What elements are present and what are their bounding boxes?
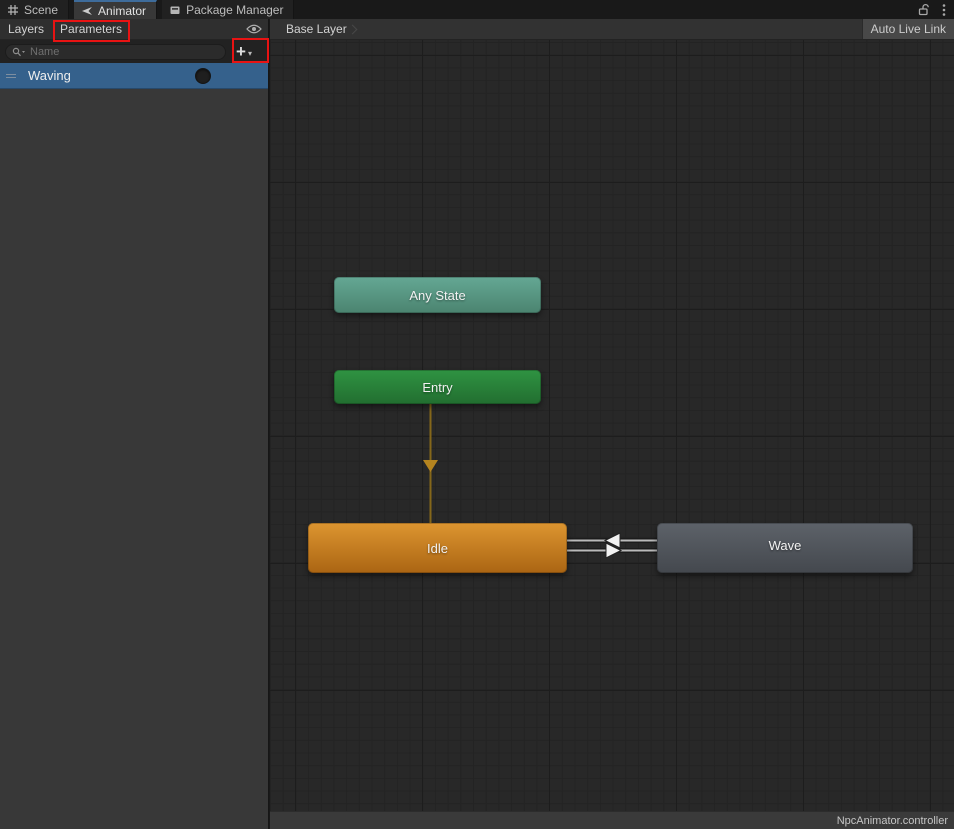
parameter-name: Waving [28,68,71,83]
auto-live-link-button[interactable]: Auto Live Link [862,19,954,39]
tab-animator[interactable]: Animator [74,0,157,19]
unity-animator-window: Scene Animator Package Manager [0,0,954,829]
state-node-label: Entry [422,380,452,395]
graph-canvas[interactable]: Any State Entry Idle Wave NpcAnimator.co… [270,40,954,829]
trigger-radio-button[interactable] [195,68,211,84]
parameters-panel: Layers Parameters + ▾ Waving [0,19,269,829]
controller-status-bar: NpcAnimator.controller [270,811,954,829]
animator-icon [81,5,93,17]
tab-animator-label: Animator [98,4,146,18]
transitions-layer [270,40,954,829]
breadcrumb[interactable]: Base Layer [270,19,366,39]
state-node-idle[interactable]: Idle [308,523,567,573]
package-manager-icon [169,4,181,16]
search-icon [12,47,26,57]
state-machine-graph: Base Layer Auto Live Link [270,19,954,829]
state-node-label: Idle [427,541,448,556]
drag-handle-icon[interactable] [6,74,16,78]
search-field[interactable] [5,44,226,60]
tab-scene-label: Scene [24,3,58,17]
tab-scene[interactable]: Scene [0,0,69,19]
eye-icon[interactable] [246,24,262,34]
state-node-label: Wave [769,538,802,553]
parameter-row-waving[interactable]: Waving [0,63,268,89]
transition-entry-to-idle[interactable] [423,404,438,523]
window-controls [917,0,954,19]
graph-header: Base Layer Auto Live Link [270,19,954,40]
layers-tab[interactable]: Layers [0,19,52,39]
state-node-entry[interactable]: Entry [334,370,541,404]
state-node-wave[interactable]: Wave [657,523,913,573]
state-node-any-state[interactable]: Any State [334,277,541,313]
annotation-parameters-highlight [53,20,130,42]
annotation-add-button-highlight [232,38,269,63]
scene-grid-icon [7,4,19,16]
search-input[interactable] [30,46,219,58]
unlock-icon[interactable] [917,3,930,16]
tab-package-manager-label: Package Manager [186,3,283,17]
breadcrumb-chevron-icon [347,24,357,34]
panel-tab-bar: Layers Parameters [0,19,268,40]
state-node-label: Any State [409,288,465,303]
breadcrumb-label: Base Layer [286,22,347,36]
window-tab-bar: Scene Animator Package Manager [0,0,954,19]
transition-idle-to-wave[interactable] [567,543,657,558]
kebab-menu-icon[interactable] [942,3,946,17]
controller-path-label: NpcAnimator.controller [837,815,948,827]
tab-package-manager[interactable]: Package Manager [162,0,294,19]
parameter-search-row: + ▾ [0,40,268,63]
